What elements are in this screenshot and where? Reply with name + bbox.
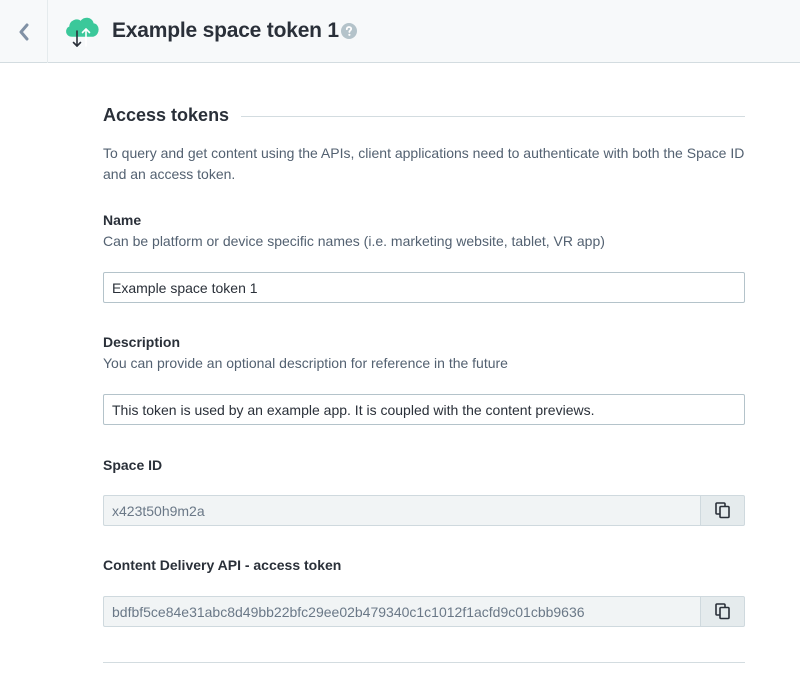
cda-token-label: Content Delivery API - access token [103,557,342,573]
section-title: Access tokens [103,104,230,125]
copy-space-id-button[interactable] [700,495,745,526]
copy-icon [714,502,730,519]
cloud-sync-icon [66,17,99,47]
name-input[interactable] [103,272,745,303]
description-input[interactable] [103,394,745,425]
help-icon[interactable] [341,23,357,39]
cda-token-group [103,596,745,627]
copy-cda-token-button[interactable] [700,596,745,627]
chevron-left-icon [19,23,28,40]
space-id-field[interactable] [103,495,700,526]
space-id-group [103,495,745,526]
page-title: Example space token 1 [112,19,339,42]
description-hint: You can provide an optional description … [103,355,508,371]
space-id-label: Space ID [103,457,163,473]
back-button[interactable] [0,0,48,63]
section-divider [241,115,745,117]
workbench-header: Example space token 1 [0,0,800,63]
description-label: Description [103,334,181,350]
section-heading: Access tokens [103,103,745,127]
name-label: Name [103,212,142,228]
name-hint: Can be platform or device specific names… [103,233,605,249]
bottom-divider [103,662,745,663]
copy-icon [714,603,730,620]
cda-token-field[interactable] [103,596,700,627]
section-intro: To query and get content using the APIs,… [103,145,745,182]
